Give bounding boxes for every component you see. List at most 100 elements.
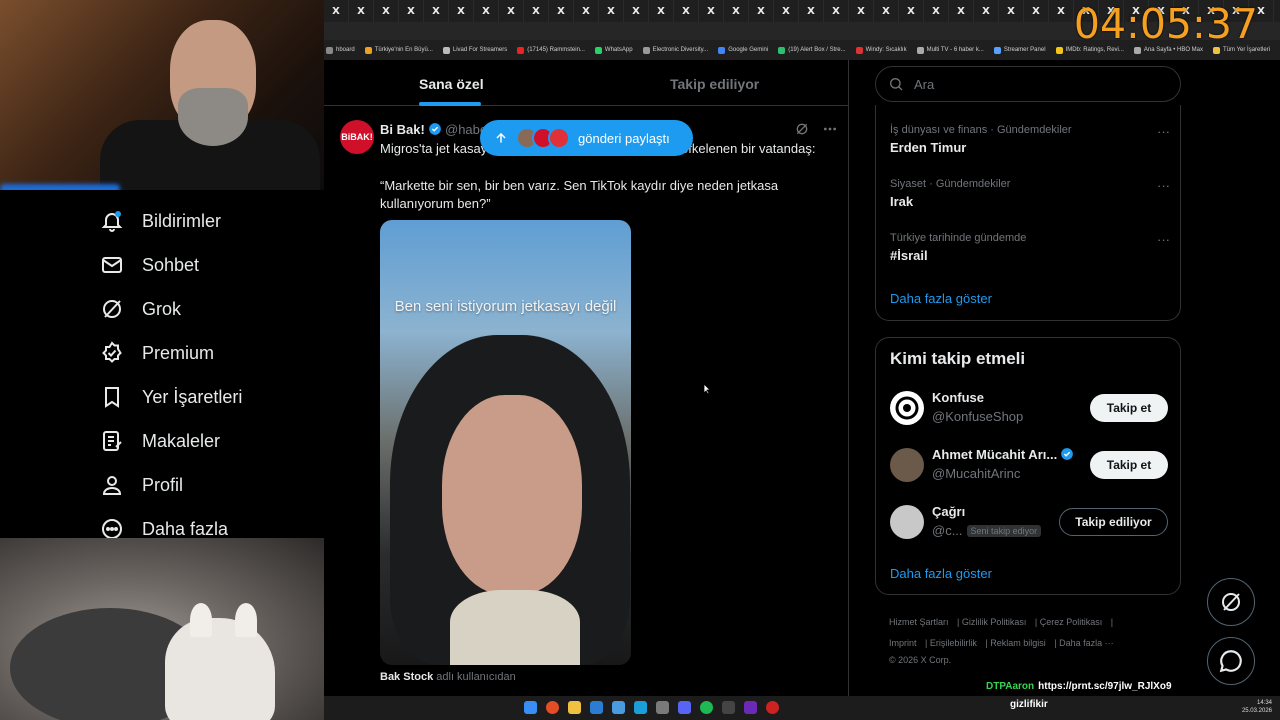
follow-suggestion[interactable]: Çağrı @c... Seni takip ediyor Takip edili… [890,500,1170,544]
browser-tab[interactable]: X [1024,0,1049,22]
browser-tab[interactable]: X [999,0,1024,22]
messages-floating-button[interactable] [1207,637,1255,685]
more-options-icon[interactable] [822,121,838,137]
bookmark-item[interactable]: Windy: Sıcaklık [855,46,907,54]
bookmark-item[interactable]: (17145) Rammstein... [517,46,585,54]
suggestion-avatar[interactable] [890,448,924,482]
browser-tab[interactable]: X [924,0,949,22]
browser-tab[interactable]: X [974,0,999,22]
browser-tab[interactable]: X [399,0,424,22]
folder-icon[interactable] [568,701,581,714]
new-posts-pill[interactable]: gönderi paylaştı [480,120,693,156]
browser-tab[interactable]: X [899,0,924,22]
bookmark-item[interactable]: (19) Alert Box / Stre... [778,46,846,54]
start-icon[interactable] [524,701,537,714]
show-more-trends-link[interactable]: Daha fazla göster [890,291,992,306]
nav-item-notifications[interactable]: Bildirimler [100,206,221,236]
nav-item-grok[interactable]: Grok [100,294,181,324]
browser-tab[interactable]: X [449,0,474,22]
suggestion-name[interactable]: Konfuse [932,390,984,405]
browser-tab[interactable]: X [324,0,349,22]
browser-tab[interactable]: X [574,0,599,22]
source-name[interactable]: Bak Stock [380,671,433,683]
suggestion-avatar[interactable] [890,505,924,539]
footer-link-accessibility[interactable]: Erişilebilirlik [930,638,977,648]
bookmark-item[interactable]: Livad For Streamers [442,46,507,54]
bookmark-item[interactable]: Multi TV - 6 haber k... [916,46,984,54]
nav-item-chat[interactable]: Sohbet [100,250,199,280]
suggestion-name[interactable]: Çağrı [932,504,965,519]
more-options-icon[interactable]: ··· [1157,124,1170,139]
browser-tab[interactable]: X [949,0,974,22]
browser-tab[interactable]: X [749,0,774,22]
browser-tab[interactable]: X [624,0,649,22]
browser-tab[interactable]: X [524,0,549,22]
nav-item-profile[interactable]: Profil [100,470,183,500]
nav-item-bookmarks[interactable]: Yer İşaretleri [100,382,242,412]
browser-tab[interactable]: X [424,0,449,22]
bookmark-item[interactable]: WhatsApp [594,46,633,54]
tweet-author-name[interactable]: Bi Bak! [380,122,442,137]
browser-tab[interactable]: X [799,0,824,22]
spotify-icon[interactable] [700,701,713,714]
app-icon[interactable] [744,701,757,714]
footer-link-cookies[interactable]: Çerez Politikası [1040,617,1103,627]
app-icon[interactable] [766,701,779,714]
browser-tab[interactable]: X [674,0,699,22]
browser-tab[interactable]: X [649,0,674,22]
bookmark-item[interactable]: hboard [326,46,355,54]
steam-icon[interactable] [634,701,647,714]
discord-icon[interactable] [678,701,691,714]
footer-link-more[interactable]: Daha fazla ··· [1059,638,1114,648]
tweet-avatar[interactable]: BiBAK! [340,120,374,154]
browser-tab[interactable]: X [849,0,874,22]
browser-tab[interactable]: X [374,0,399,22]
browser-tab[interactable]: X [349,0,374,22]
tab-following[interactable]: Takip ediliyor [670,76,759,92]
suggestion-avatar[interactable] [890,391,924,425]
app-icon[interactable] [590,701,603,714]
nav-item-premium[interactable]: Premium [100,338,214,368]
follow-button[interactable]: Takip et [1090,394,1168,422]
following-button[interactable]: Takip ediliyor [1059,508,1168,536]
suggestion-name[interactable]: Ahmet Mücahit Arı... [932,447,1074,462]
footer-link-ads-info[interactable]: Reklam bilgisi [990,638,1046,648]
footer-link-terms[interactable]: Hizmet Şartları [889,617,949,627]
browser-tab[interactable]: X [499,0,524,22]
footer-link-privacy[interactable]: Gizlilik Politikası [962,617,1027,627]
bookmark-item[interactable]: Electronic Diversity... [642,46,708,54]
follow-suggestion[interactable]: Ahmet Mücahit Arı... @MucahitArinc Takip… [890,443,1170,487]
nav-item-articles[interactable]: Makaleler [100,426,220,456]
trend-item[interactable]: İş dünyası ve finans · Gündemdekiler Erd… [890,124,1170,155]
tab-for-you[interactable]: Sana özel [419,76,484,92]
bookmark-item[interactable]: Google Gemini [718,46,768,54]
more-options-icon[interactable]: ··· [1157,232,1170,247]
app-icon[interactable] [656,701,669,714]
follow-suggestion[interactable]: Konfuse @KonfuseShop Takip et [890,386,1170,430]
browser-tab[interactable]: X [774,0,799,22]
trend-item[interactable]: Türkiye tarihinde gündemde #İsrail ··· [890,232,1170,263]
browser-tab[interactable]: X [599,0,624,22]
grok-floating-button[interactable] [1207,578,1255,626]
browser-tab[interactable]: X [699,0,724,22]
trend-item[interactable]: Siyaset · Gündemdekiler Irak ··· [890,178,1170,209]
app-icon[interactable] [612,701,625,714]
tweet-video[interactable]: Ben seni istiyorum jetkasayı değil [380,220,631,665]
bookmark-item[interactable]: Streamer Panel [993,46,1046,54]
show-more-suggestions-link[interactable]: Daha fazla göster [890,566,992,581]
browser-tab[interactable]: X [724,0,749,22]
grok-icon[interactable] [794,121,810,137]
browser-tab[interactable]: X [824,0,849,22]
more-options-icon[interactable]: ··· [1157,178,1170,193]
system-tray-clock[interactable]: 14:34 25.03.2026 [1242,699,1272,715]
search-input[interactable]: Ara [875,66,1181,102]
browser-tab[interactable]: X [1049,0,1074,22]
browser-tab[interactable]: X [474,0,499,22]
browser-tab[interactable]: X [874,0,899,22]
follow-button[interactable]: Takip et [1090,451,1168,479]
bookmark-item[interactable]: Türkiye'nin En Büyü... [364,46,433,54]
footer-link-imprint[interactable]: Imprint [889,638,917,648]
app-icon[interactable] [722,701,735,714]
chrome-icon[interactable] [546,701,559,714]
browser-tab[interactable]: X [549,0,574,22]
